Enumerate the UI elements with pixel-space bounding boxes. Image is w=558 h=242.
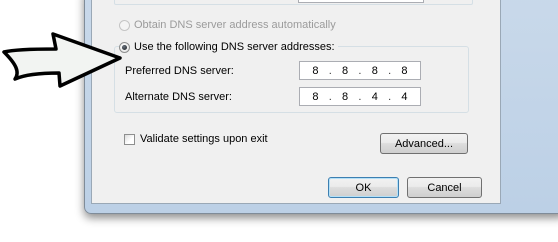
ip-separator: . — [388, 90, 392, 103]
preferred-dns-octet-4[interactable]: 8 — [400, 65, 408, 77]
radio-use-following-dns[interactable]: Use the following DNS server addresses: — [119, 41, 338, 53]
ok-button[interactable]: OK — [328, 177, 399, 198]
checkbox-icon[interactable] — [124, 133, 135, 145]
arrow-pointer-icon — [2, 32, 122, 88]
radio-use-following-dns-label: Use the following DNS server addresses: — [134, 41, 335, 53]
validate-settings-checkbox[interactable]: Validate settings upon exit — [124, 133, 268, 145]
alternate-dns-input[interactable]: 8 . 8 . 4 . 4 — [299, 87, 421, 106]
cancel-button[interactable]: Cancel — [407, 177, 482, 198]
previous-ip-field-edge — [298, 0, 424, 3]
ip-separator: . — [388, 64, 392, 77]
alternate-dns-octet-2[interactable]: 8 — [341, 91, 349, 103]
advanced-button[interactable]: Advanced... — [380, 133, 468, 154]
alternate-dns-label: Alternate DNS server: — [125, 91, 232, 103]
alternate-dns-octet-1[interactable]: 8 — [311, 91, 319, 103]
alternate-dns-octet-4[interactable]: 4 — [400, 91, 408, 103]
preferred-dns-label: Preferred DNS server: — [125, 65, 234, 77]
preferred-dns-input[interactable]: 8 . 8 . 8 . 8 — [299, 61, 421, 80]
ip-separator: . — [328, 90, 332, 103]
radio-obtain-dns-auto-label: Obtain DNS server address automatically — [134, 19, 336, 31]
ip-separator: . — [328, 64, 332, 77]
ip-separator: . — [358, 64, 362, 77]
preferred-dns-octet-3[interactable]: 8 — [371, 65, 379, 77]
screenshot-stage: Obtain DNS server address automatically … — [0, 0, 558, 242]
ip-separator: . — [358, 90, 362, 103]
preferred-dns-octet-1[interactable]: 8 — [311, 65, 319, 77]
alternate-dns-octet-3[interactable]: 4 — [371, 91, 379, 103]
preferred-dns-octet-2[interactable]: 8 — [341, 65, 349, 77]
validate-settings-label: Validate settings upon exit — [140, 133, 268, 145]
radio-obtain-dns-auto[interactable]: Obtain DNS server address automatically — [119, 19, 336, 31]
